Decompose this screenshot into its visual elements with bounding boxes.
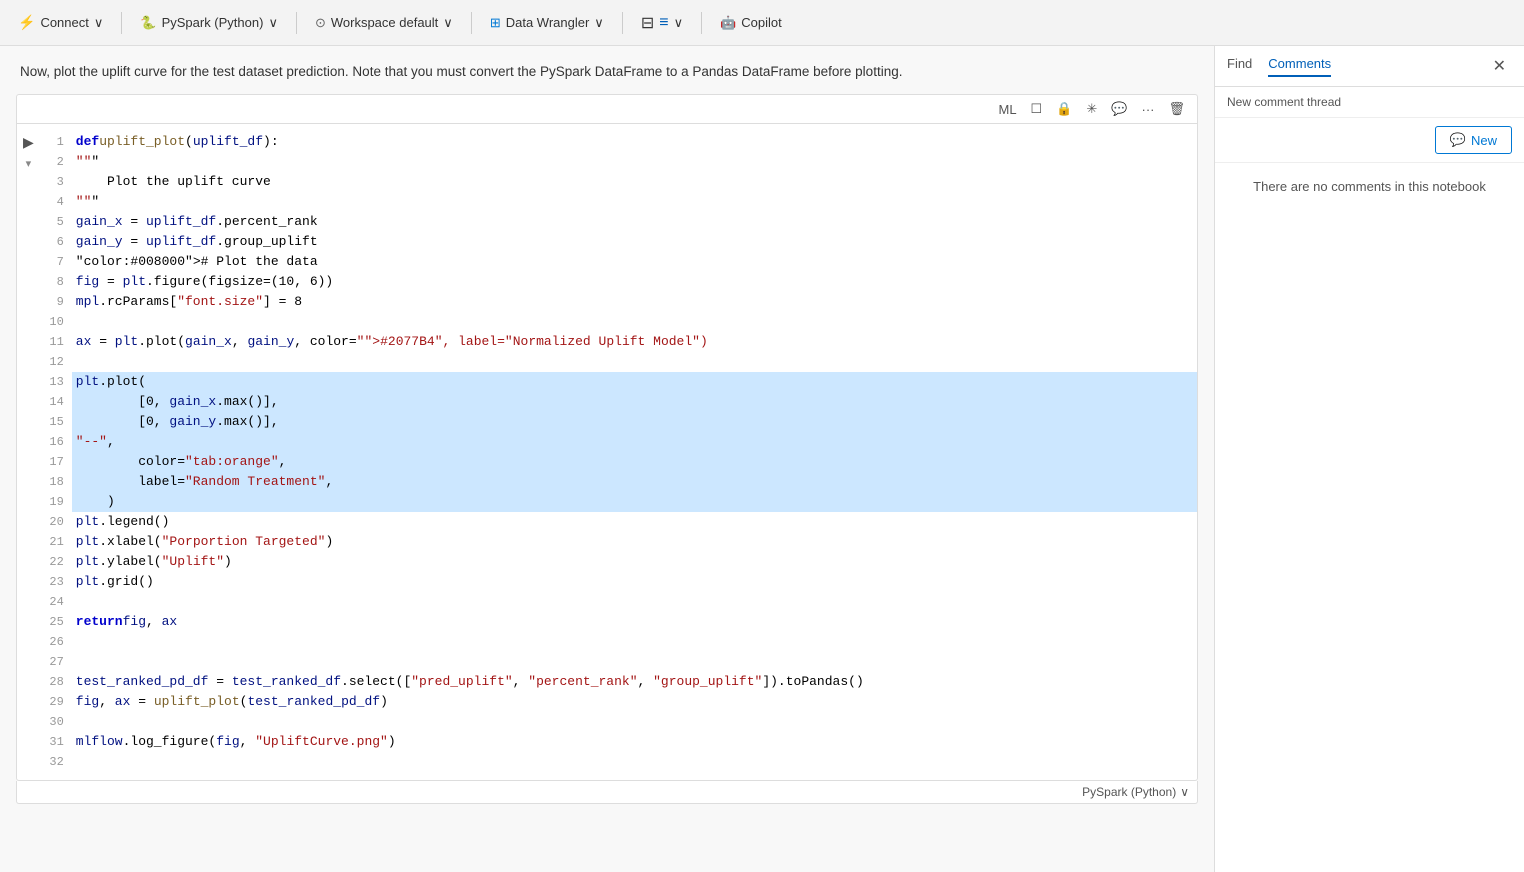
code-line: ax = plt.plot(gain_x, gain_y, color="">#… xyxy=(72,332,1197,352)
lock-button[interactable]: 🔒 xyxy=(1052,99,1076,119)
layout-icon: ⊟ xyxy=(641,13,654,33)
cell-toolbar: ML ☐ 🔒 ✳ 💬 ··· 🗑 xyxy=(16,94,1198,123)
kernel-chevron-icon: ∨ xyxy=(268,15,278,31)
copilot-button[interactable]: 🤖 Copilot xyxy=(710,7,792,39)
data-wrangler-label: Data Wrangler xyxy=(506,15,590,30)
ml-button[interactable]: ML xyxy=(994,100,1020,119)
cell-run-controls: ▶ ▾ xyxy=(17,124,40,780)
code-line: gain_y = uplift_df.group_uplift xyxy=(72,232,1197,252)
copilot-label: Copilot xyxy=(741,15,781,30)
line-numbers: 1234567891011121314151617181920212223242… xyxy=(40,124,72,780)
code-line: mlflow.log_figure(fig, "UpliftCurve.png"… xyxy=(72,732,1197,752)
select-button[interactable]: ☐ xyxy=(1027,99,1047,119)
topbar: ⚡ Connect ∨ 🐍 PySpark (Python) ∨ ⊙ Works… xyxy=(0,0,1524,46)
code-line xyxy=(72,592,1197,612)
cell-wrapper: ML ☐ 🔒 ✳ 💬 ··· 🗑 ▶ ▾ 1234567891011121314… xyxy=(16,94,1198,804)
code-line: [0, gain_x.max()], xyxy=(72,392,1197,412)
code-line: Plot the uplift curve xyxy=(72,172,1197,192)
notebook-area[interactable]: Now, plot the uplift curve for the test … xyxy=(0,46,1214,872)
connect-button[interactable]: ⚡ Connect ∨ xyxy=(8,7,113,39)
code-line: fig, ax = uplift_plot(test_ranked_pd_df) xyxy=(72,692,1197,712)
comment-button[interactable]: 💬 xyxy=(1107,99,1131,119)
kernel-label: PySpark (Python) xyxy=(162,15,264,30)
code-line: plt.grid() xyxy=(72,572,1197,592)
code-line: return fig, ax xyxy=(72,612,1197,632)
sidebar-tabs: Find Comments xyxy=(1227,56,1331,77)
tab-comments[interactable]: Comments xyxy=(1268,56,1331,77)
code-line: plt.legend() xyxy=(72,512,1197,532)
sidebar: Find Comments ✕ New comment thread 💬 New… xyxy=(1214,46,1524,872)
data-wrangler-button[interactable]: ⊞ Data Wrangler ∨ xyxy=(480,7,614,39)
main-container: Now, plot the uplift curve for the test … xyxy=(0,46,1524,872)
copilot-icon: 🤖 xyxy=(720,15,736,31)
code-line xyxy=(72,712,1197,732)
connect-icon: ⚡ xyxy=(18,14,35,31)
code-line xyxy=(72,632,1197,652)
layout-chevron-icon: ∨ xyxy=(674,15,684,31)
separator-1 xyxy=(121,12,122,34)
code-line: plt.ylabel("Uplift") xyxy=(72,552,1197,572)
data-wrangler-chevron-icon: ∨ xyxy=(594,15,604,31)
code-line: plt.xlabel("Porportion Targeted") xyxy=(72,532,1197,552)
code-line: fig = plt.figure(figsize=(10, 6)) xyxy=(72,272,1197,292)
sidebar-header: Find Comments ✕ xyxy=(1215,46,1524,87)
new-btn-container: 💬 New xyxy=(1215,118,1524,163)
collapse-button[interactable]: ▾ xyxy=(26,157,32,170)
run-button[interactable]: ▶ xyxy=(21,132,36,153)
code-line: test_ranked_pd_df = test_ranked_df.selec… xyxy=(72,672,1197,692)
delete-button[interactable]: 🗑 xyxy=(1164,99,1189,119)
no-comments-text: There are no comments in this notebook xyxy=(1215,163,1524,210)
workspace-icon: ⊙ xyxy=(315,15,326,31)
code-line: """ xyxy=(72,192,1197,212)
code-line: color="tab:orange", xyxy=(72,452,1197,472)
code-line: "color:#008000"># Plot the data xyxy=(72,252,1197,272)
workspace-button[interactable]: ⊙ Workspace default ∨ xyxy=(305,7,463,39)
kernel-icon: 🐍 xyxy=(140,15,156,31)
footer-kernel-label: PySpark (Python) xyxy=(1082,785,1176,799)
code-line: """ xyxy=(72,152,1197,172)
layout-icon2: ≡ xyxy=(659,14,668,32)
cell-description: Now, plot the uplift curve for the test … xyxy=(16,62,1214,82)
code-line: plt.plot( xyxy=(72,372,1197,392)
tab-find[interactable]: Find xyxy=(1227,56,1252,77)
kernel-button[interactable]: 🐍 PySpark (Python) ∨ xyxy=(130,7,288,39)
code-line: def uplift_plot(uplift_df): xyxy=(72,132,1197,152)
code-line xyxy=(72,652,1197,672)
separator-3 xyxy=(471,12,472,34)
code-cell: ▶ ▾ 123456789101112131415161718192021222… xyxy=(16,123,1198,781)
code-line: ) xyxy=(72,492,1197,512)
code-line: "--", xyxy=(72,432,1197,452)
connect-chevron-icon: ∨ xyxy=(94,15,104,31)
workspace-chevron-icon: ∨ xyxy=(443,15,453,31)
workspace-label: Workspace default xyxy=(331,15,438,30)
asterisk-button[interactable]: ✳ xyxy=(1082,99,1101,119)
cell-footer: PySpark (Python) ∨ xyxy=(16,781,1198,804)
code-line xyxy=(72,352,1197,372)
sidebar-close-button[interactable]: ✕ xyxy=(1487,54,1512,78)
more-button[interactable]: ··· xyxy=(1137,100,1158,119)
code-line xyxy=(72,312,1197,332)
new-comment-icon: 💬 xyxy=(1450,132,1466,148)
code-line: [0, gain_y.max()], xyxy=(72,412,1197,432)
new-comment-button[interactable]: 💬 New xyxy=(1435,126,1512,154)
new-comment-label: New xyxy=(1471,133,1497,148)
separator-5 xyxy=(701,12,702,34)
code-content[interactable]: def uplift_plot(uplift_df): """ Plot the… xyxy=(72,124,1197,780)
data-wrangler-icon: ⊞ xyxy=(490,15,501,31)
separator-2 xyxy=(296,12,297,34)
separator-4 xyxy=(622,12,623,34)
connect-label: Connect xyxy=(40,15,88,30)
code-line: gain_x = uplift_df.percent_rank xyxy=(72,212,1197,232)
layout-button[interactable]: ⊟ ≡ ∨ xyxy=(631,7,693,39)
footer-chevron-icon: ∨ xyxy=(1180,785,1189,799)
new-comment-thread-label: New comment thread xyxy=(1215,87,1524,118)
code-line: label="Random Treatment", xyxy=(72,472,1197,492)
code-line xyxy=(72,752,1197,772)
code-line: mpl.rcParams["font.size"] = 8 xyxy=(72,292,1197,312)
